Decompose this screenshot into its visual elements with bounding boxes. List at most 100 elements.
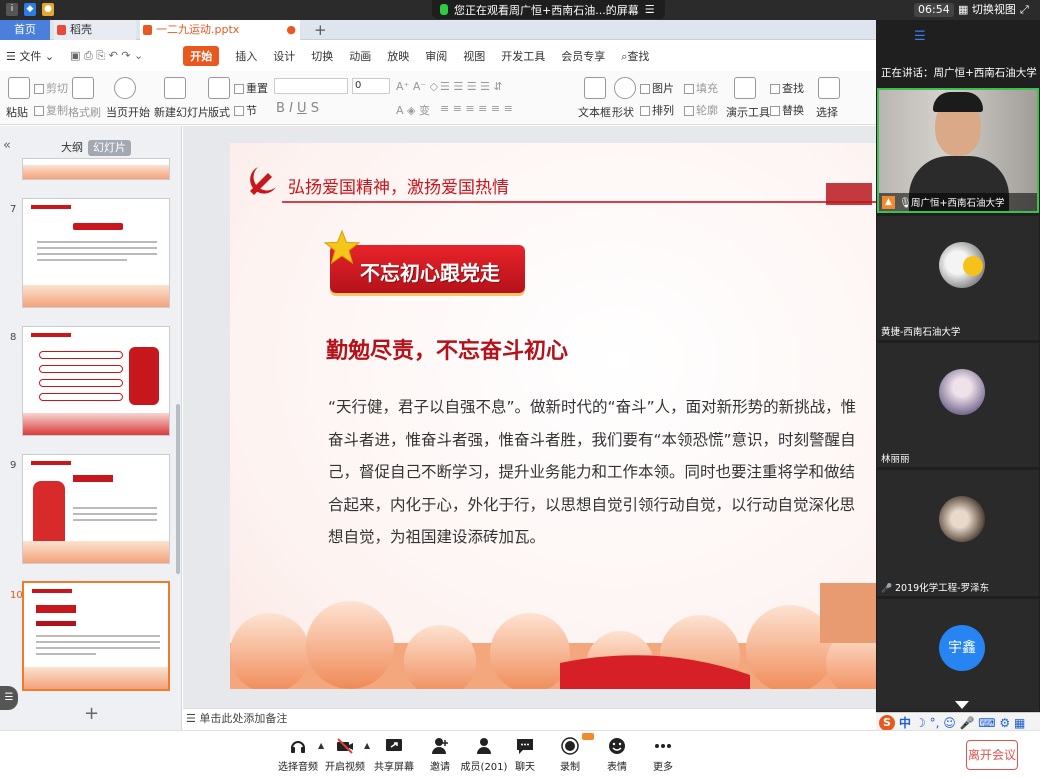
shape-icon[interactable]: [614, 77, 636, 99]
thumb-item: [39, 393, 123, 401]
text-format-icons[interactable]: B I U S: [276, 101, 319, 116]
play-current-button[interactable]: 当页开始: [106, 104, 150, 120]
tab-insert[interactable]: 插入: [235, 48, 257, 64]
thumb-text: [73, 519, 157, 521]
members-icon: [477, 738, 491, 754]
notes-placeholder[interactable]: ☰ 单击此处添加备注: [186, 710, 287, 726]
tab-animation[interactable]: 动画: [349, 48, 371, 64]
video-button[interactable]: 开启视频: [320, 737, 370, 773]
font-color-icons[interactable]: A ◈ 变: [396, 102, 430, 118]
avatar: [939, 369, 985, 415]
tab-docer[interactable]: 稻壳: [54, 20, 136, 40]
tab-slideshow[interactable]: 放映: [387, 48, 409, 64]
tab-review[interactable]: 审阅: [425, 48, 447, 64]
floating-menu-icon[interactable]: ☰: [0, 686, 18, 710]
slide-number-10: 10: [10, 590, 23, 601]
tab-view[interactable]: 视图: [463, 48, 485, 64]
presentation-tools-icon[interactable]: [734, 77, 756, 99]
picture-button[interactable]: 图片: [640, 80, 674, 96]
shield-icon[interactable]: ◆: [24, 3, 36, 16]
new-tab-icon[interactable]: +: [314, 20, 327, 40]
section-button[interactable]: 节: [234, 102, 257, 118]
participant-tile[interactable]: 林丽丽: [877, 343, 1039, 467]
tab-developer[interactable]: 开发工具: [501, 48, 545, 64]
tab-outline[interactable]: 大纲: [56, 140, 88, 156]
tab-home[interactable]: 首页: [0, 20, 50, 40]
select-icon[interactable]: [818, 77, 840, 99]
switch-view-button[interactable]: ▦ 切换视图: [958, 3, 1016, 17]
play-icon[interactable]: [114, 77, 136, 99]
layout-icon[interactable]: [208, 77, 230, 99]
collapse-panel-icon[interactable]: «: [3, 138, 11, 153]
format-painter-icon[interactable]: [72, 77, 94, 99]
textbox-button[interactable]: 文本框: [578, 104, 611, 120]
layout-icon[interactable]: ☰: [914, 29, 926, 44]
switch-view-label: 切换视图: [971, 3, 1016, 16]
ime-tools-icons[interactable]: ☽ °, ☺ 🎤 ⌨ ⚙ ▦: [915, 716, 1025, 730]
audio-button[interactable]: 选择音频: [273, 737, 323, 773]
layout-button[interactable]: 版式: [208, 104, 230, 120]
slides-scrollbar[interactable]: [176, 404, 180, 574]
paste-button[interactable]: 粘贴: [6, 104, 28, 120]
select-button[interactable]: 选择: [816, 104, 838, 120]
tab-start[interactable]: 开始: [183, 45, 220, 66]
notification-icon[interactable]: ●: [42, 3, 54, 16]
find-button[interactable]: 查找: [770, 80, 804, 96]
ime-language[interactable]: 中: [899, 714, 911, 731]
paragraph-list-icons[interactable]: ☰ ☰ ☰ ☰ ⇵: [440, 80, 503, 93]
more-button[interactable]: 更多: [638, 737, 688, 773]
format-painter-button[interactable]: 格式刷: [68, 104, 101, 120]
replace-button[interactable]: 替换: [770, 102, 804, 118]
slide-thumb-7[interactable]: [22, 198, 170, 308]
screen-share-banner[interactable]: 您正在观看周广恒+西南石油...的屏幕 ☰: [432, 0, 665, 19]
participant-tile[interactable]: 黄捷-西南石油大学: [877, 216, 1039, 340]
presentation-tools-button[interactable]: 演示工具: [726, 104, 770, 120]
fill-button[interactable]: 填充: [684, 80, 718, 96]
slide-thumb-6[interactable]: [22, 158, 170, 180]
paste-icon[interactable]: [8, 77, 30, 99]
reset-button[interactable]: 重置: [234, 80, 268, 96]
arrange-button[interactable]: 排列: [640, 102, 674, 118]
tab-member[interactable]: 会员专享: [561, 48, 605, 64]
font-size-select[interactable]: 0: [352, 78, 390, 94]
quick-access-icons[interactable]: ▣ ⎙ ⎘ ↶ ↷ ⌄: [70, 49, 143, 63]
shape-button[interactable]: 形状: [612, 104, 634, 120]
font-family-select[interactable]: [274, 78, 348, 94]
font-adjust-icons[interactable]: A⁺ A⁻ ◇: [396, 80, 438, 93]
participant-tile-active[interactable]: ▲ 🎙 周广恒+西南石油大学: [877, 88, 1039, 213]
participant-name: 周广恒+西南石油大学: [911, 198, 1005, 209]
fullscreen-icon[interactable]: ⤢: [1020, 3, 1029, 17]
paragraph-align-icons[interactable]: ≡ ≡ ≡ ≡ ≡ ≡: [440, 102, 513, 115]
current-slide[interactable]: 弘扬爱国精神，激扬爱国热情 不忘初心跟党走 勤勉尽责，不忘奋斗初心 “天行健，君…: [230, 143, 876, 689]
picture-icon: [640, 84, 650, 94]
tab-design[interactable]: 设计: [273, 48, 295, 64]
new-slide-button[interactable]: 新建幻灯片: [154, 104, 209, 120]
menu-icon[interactable]: ☰: [645, 3, 655, 16]
tab-pptx[interactable]: 一二九运动.pptx ●: [140, 20, 300, 40]
ime-toolbar: S 中 ☽ °, ☺ 🎤 ⌨ ⚙ ▦: [876, 712, 1040, 732]
participant-tile[interactable]: 🎤 2019化学工程-罗泽东: [877, 470, 1039, 596]
reactions-button[interactable]: 表情: [592, 737, 642, 773]
participant-tile[interactable]: 宇鑫: [877, 599, 1039, 711]
cut-button[interactable]: 剪切: [34, 80, 68, 96]
slide-thumb-8[interactable]: [22, 326, 170, 436]
slide-thumb-9[interactable]: [22, 454, 170, 564]
tab-slides[interactable]: 幻灯片: [88, 140, 131, 156]
search-button[interactable]: ⌕查找: [621, 48, 649, 64]
record-button[interactable]: 录制: [545, 737, 595, 773]
sogou-ime-icon[interactable]: S: [879, 714, 895, 731]
invite-label: 邀请: [430, 762, 450, 773]
textbox-icon[interactable]: [584, 77, 606, 99]
add-slide-icon[interactable]: +: [84, 703, 99, 724]
share-screen-button[interactable]: 共享屏幕: [369, 737, 419, 773]
copy-button[interactable]: 复制: [34, 102, 68, 118]
slide-thumb-10-selected[interactable]: [22, 581, 170, 691]
tab-transition[interactable]: 切换: [311, 48, 333, 64]
leave-meeting-button[interactable]: 离开会议: [966, 740, 1018, 770]
scroll-down-icon[interactable]: [955, 701, 969, 709]
chat-button[interactable]: 聊天: [500, 737, 550, 773]
info-icon[interactable]: i: [6, 3, 18, 16]
outline-button[interactable]: 轮廓: [684, 102, 718, 118]
file-menu[interactable]: ☰ 文件 ⌄: [6, 48, 54, 64]
new-slide-icon[interactable]: [164, 77, 186, 99]
